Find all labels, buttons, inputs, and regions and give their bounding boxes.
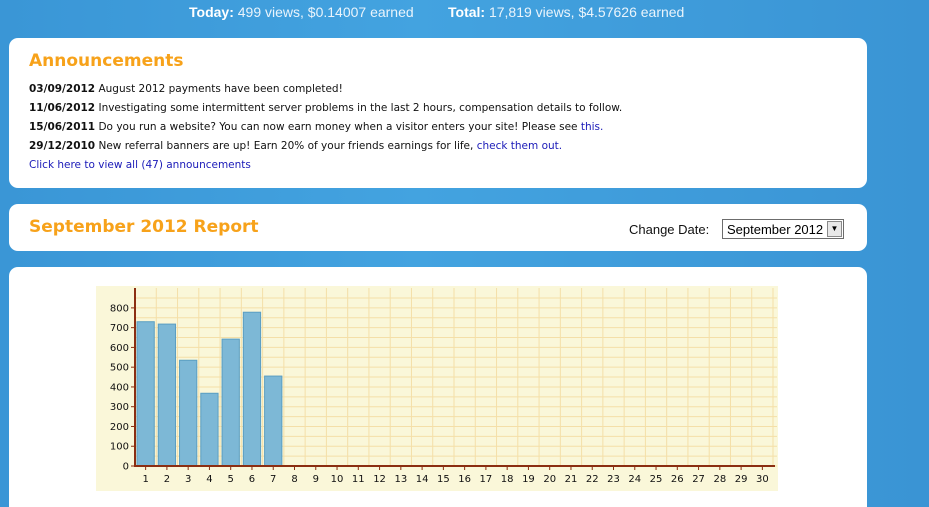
announcement-item: 15/06/2011 Do you run a website? You can… bbox=[29, 121, 603, 133]
x-tick-label: 4 bbox=[206, 474, 212, 485]
x-tick-label: 1 bbox=[142, 474, 148, 485]
x-tick-label: 23 bbox=[607, 474, 620, 485]
x-tick-label: 2 bbox=[164, 474, 170, 485]
x-tick-label: 17 bbox=[480, 474, 493, 485]
x-tick-label: 3 bbox=[185, 474, 191, 485]
report-title: September 2012 Report bbox=[29, 217, 259, 237]
views-bar-chart: 01002003004005006007008001 2 3 4 5 6 7 8 9 10 11 12… bbox=[96, 286, 778, 491]
x-tick-label: 14 bbox=[416, 474, 429, 485]
announcements-title: Announcements bbox=[29, 51, 184, 71]
announcement-date: 15/06/2011 bbox=[29, 121, 96, 133]
y-tick-label: 100 bbox=[110, 442, 129, 453]
total-label: Total: bbox=[448, 4, 486, 20]
bar-day-2 bbox=[157, 323, 177, 467]
x-tick-label: 6 bbox=[249, 474, 255, 485]
today-stat: Today: 499 views, $0.14007 earned bbox=[189, 4, 414, 20]
month-select[interactable]: September 2012 ▼ bbox=[722, 219, 844, 239]
announcement-date: 11/06/2012 bbox=[29, 102, 96, 114]
x-tick-label: 30 bbox=[756, 474, 769, 485]
bar-day-5 bbox=[221, 338, 240, 467]
change-date-label: Change Date: bbox=[629, 222, 710, 237]
stats-bar: Today: 499 views, $0.14007 earned Total:… bbox=[0, 0, 929, 32]
announcement-item: 11/06/2012 Investigating some intermitte… bbox=[29, 102, 622, 114]
bar-day-1 bbox=[136, 321, 155, 467]
x-tick-label: 25 bbox=[650, 474, 663, 485]
x-tick-label: 26 bbox=[671, 474, 684, 485]
total-value: 17,819 views, $4.57626 earned bbox=[488, 4, 685, 20]
x-tick-label: 7 bbox=[270, 474, 276, 485]
bar-day-6 bbox=[242, 311, 262, 467]
referral-banners-link[interactable]: check them out. bbox=[477, 140, 562, 152]
month-select-value: September 2012 bbox=[727, 222, 824, 237]
announcement-item: 29/12/2010 New referral banners are up! … bbox=[29, 140, 562, 152]
x-tick-label: 16 bbox=[458, 474, 471, 485]
y-tick-label: 500 bbox=[110, 363, 129, 374]
x-tick-label: 12 bbox=[373, 474, 386, 485]
announcement-text: Investigating some intermittent server p… bbox=[98, 102, 623, 114]
x-tick-label: 27 bbox=[692, 474, 705, 485]
y-tick-label: 600 bbox=[110, 343, 129, 354]
x-tick-label: 5 bbox=[228, 474, 234, 485]
x-tick-label: 10 bbox=[331, 474, 344, 485]
y-tick-label: 700 bbox=[110, 323, 129, 334]
view-all-row: Click here to view all (47) announcement… bbox=[29, 159, 251, 171]
y-tick-label: 0 bbox=[123, 462, 129, 473]
x-tick-label: 24 bbox=[628, 474, 641, 485]
chart-panel: 0 100 200 300 400 500 600 700 800 1 2 3 4 5 6 7 8 9 10 11 12… bbox=[9, 267, 867, 507]
announcement-date: 03/09/2012 bbox=[29, 83, 96, 95]
announcement-text: New referral banners are up! Earn 20% of… bbox=[98, 140, 474, 152]
bar-day-4 bbox=[200, 392, 219, 467]
x-tick-label: 22 bbox=[586, 474, 599, 485]
x-tick-label: 20 bbox=[543, 474, 556, 485]
total-stat: Total: 17,819 views, $4.57626 earned bbox=[448, 4, 684, 20]
today-value: 499 views, $0.14007 earned bbox=[237, 4, 414, 20]
y-tick-label: 200 bbox=[110, 422, 129, 433]
announcement-text: August 2012 payments have been completed… bbox=[98, 83, 343, 95]
x-tick-label: 19 bbox=[522, 474, 535, 485]
x-tick-label: 21 bbox=[565, 474, 578, 485]
x-tick-label: 15 bbox=[437, 474, 450, 485]
y-tick-label: 400 bbox=[110, 382, 129, 393]
y-tick-label: 300 bbox=[110, 402, 129, 413]
announcement-date: 29/12/2010 bbox=[29, 140, 96, 152]
today-label: Today: bbox=[189, 4, 234, 20]
website-info-link[interactable]: this. bbox=[581, 121, 604, 133]
announcement-text: Do you run a website? You can now earn m… bbox=[98, 121, 578, 133]
x-tick-label: 29 bbox=[735, 474, 748, 485]
x-tick-label: 28 bbox=[713, 474, 726, 485]
x-tick-label: 9 bbox=[313, 474, 319, 485]
x-tick-label: 8 bbox=[291, 474, 297, 485]
x-tick-label: 18 bbox=[501, 474, 514, 485]
announcement-item: 03/09/2012 August 2012 payments have bee… bbox=[29, 83, 343, 95]
bar-day-7 bbox=[264, 375, 283, 467]
report-header-panel: September 2012 Report Change Date: Septe… bbox=[9, 204, 867, 251]
announcements-panel: Announcements 03/09/2012 August 2012 pay… bbox=[9, 38, 867, 188]
chevron-down-icon[interactable]: ▼ bbox=[827, 221, 842, 237]
view-all-announcements-link[interactable]: Click here to view all (47) announcement… bbox=[29, 159, 251, 171]
bar-day-3 bbox=[179, 359, 198, 467]
x-tick-label: 11 bbox=[352, 474, 365, 485]
x-tick-label: 13 bbox=[394, 474, 407, 485]
y-tick-label: 800 bbox=[110, 303, 129, 314]
